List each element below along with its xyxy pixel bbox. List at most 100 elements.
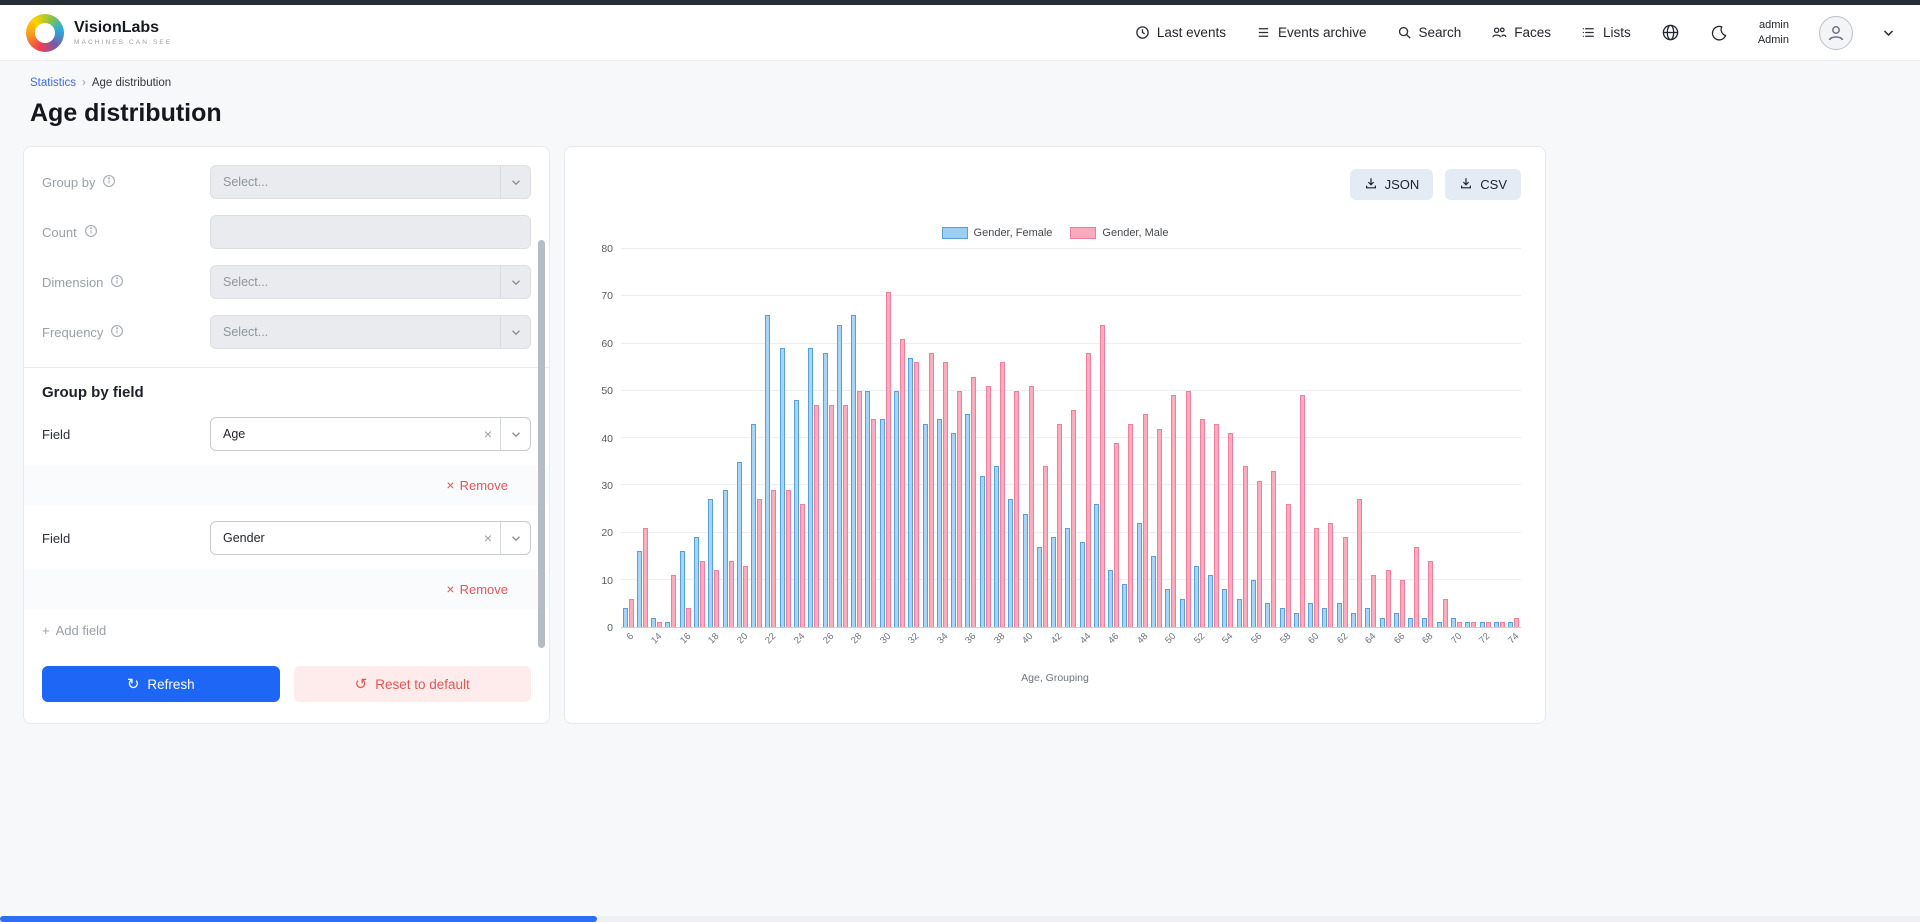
bar-group-age-22: 22 [764,249,778,627]
bar-group-age-23 [778,249,792,627]
bar-group-age-70: 70 [1449,249,1463,627]
bar-group-age-45 [1092,249,1106,627]
breadcrumb: Statistics › Age distribution [30,77,1920,89]
group-by-label: Group by [42,175,95,190]
bar-male-age-73 [1500,622,1505,627]
bar-male-age-23 [786,490,791,627]
info-icon[interactable] [110,324,124,341]
bar-female-age-71 [1465,622,1470,627]
x-axis-tick-label: 46 [1106,631,1121,646]
bar-male-age-44 [1086,353,1091,627]
x-axis-tick-label: 40 [1021,631,1036,646]
y-axis-tick-label: 30 [601,480,613,492]
plot-area: 6141618202224262830323436384042444648505… [621,249,1521,628]
bar-group-age-15 [664,249,678,627]
field-select-gender[interactable]: Gender × [210,521,531,555]
brand[interactable]: VisionLabs MACHINES CAN SEE [26,14,172,52]
x-axis-tick-label: 32 [906,631,921,646]
bar-male-age-65 [1386,570,1391,627]
clear-x-icon[interactable]: × [476,530,500,546]
bar-group-age-47 [1121,249,1135,627]
dimension-select[interactable]: Select... [210,265,531,299]
dark-mode-moon-icon[interactable] [1710,24,1728,42]
field-select-age[interactable]: Age × [210,417,531,451]
bar-female-age-62 [1337,603,1342,627]
avatar[interactable] [1819,16,1853,50]
bar-male-age-50 [1171,395,1176,627]
bar-male-age-70 [1457,622,1462,627]
refresh-button[interactable]: ↻ Refresh [42,666,280,702]
nav-item-faces[interactable]: Faces [1491,25,1551,40]
frequency-label: Frequency [42,325,103,340]
remove-field-age-button[interactable]: × Remove [24,465,549,505]
bar-male-age-22 [771,490,776,627]
reset-label: Reset to default [375,677,470,692]
clear-x-icon[interactable]: × [476,426,500,442]
nav-item-lists[interactable]: Lists [1581,25,1631,40]
field-select-gender-value: Gender [211,531,476,545]
bar-group-age-61 [1321,249,1335,627]
x-axis-tick-label: 38 [992,631,1007,646]
reset-to-default-button[interactable]: ↺ Reset to default [294,666,532,702]
legend-item-female[interactable]: Gender, Female [942,227,1053,239]
bar-male-age-52 [1200,419,1205,627]
bar-group-age-17 [692,249,706,627]
bar-group-age-41 [1035,249,1049,627]
bar-male-age-35 [957,391,962,627]
frequency-select[interactable]: Select... [210,315,531,349]
bar-female-age-48 [1137,523,1142,627]
bar-female-age-63 [1351,613,1356,627]
remove-field-gender-button[interactable]: × Remove [24,569,549,609]
info-icon[interactable] [110,274,124,291]
bar-male-age-31 [900,339,905,627]
filters-vertical-scrollbar[interactable] [537,150,546,720]
language-globe-icon[interactable] [1661,23,1680,42]
bar-female-age-66 [1394,613,1399,627]
bar-group-age-42: 42 [1049,249,1063,627]
bar-male-age-47 [1128,424,1133,627]
bar-male-age-54 [1228,433,1233,627]
dimension-label: Dimension [42,275,103,290]
frequency-select-value: Select... [211,325,500,339]
nav-item-label: Events archive [1278,25,1367,40]
form-row-dimension: Dimension Select... [24,257,549,307]
x-axis-tick-label: 30 [878,631,893,646]
bar-female-age-34 [937,419,942,627]
nav-item-events-archive[interactable]: Events archive [1256,25,1367,40]
form-row-count: Count [24,207,549,257]
frequency-label-wrap: Frequency [42,324,210,341]
bar-female-age-57 [1265,603,1270,627]
remove-label: Remove [460,582,508,597]
bar-female-age-67 [1408,618,1413,627]
breadcrumb-link-statistics[interactable]: Statistics [30,77,76,89]
horizontal-scrollbar[interactable] [0,916,1920,922]
info-icon[interactable] [84,224,98,241]
count-input[interactable] [210,215,531,249]
bar-female-age-44 [1080,542,1085,627]
bar-male-age-16 [686,608,691,627]
add-field-button[interactable]: + Add field [24,609,549,652]
bar-group-age-38: 38 [992,249,1006,627]
horizontal-scrollbar-thumb[interactable] [0,916,597,922]
nav-item-last-events[interactable]: Last events [1135,25,1226,40]
legend-item-male[interactable]: Gender, Male [1070,227,1168,239]
bar-female-age-60 [1308,603,1313,627]
filters-panel: Group by Select... Count [23,146,550,724]
remove-x-icon: × [446,477,454,493]
download-json-button[interactable]: JSON [1350,169,1434,200]
group-by-select[interactable]: Select... [210,165,531,199]
nav-item-search[interactable]: Search [1397,25,1462,40]
x-axis-tick-label: 34 [935,631,950,646]
x-axis-tick-label: 48 [1135,631,1150,646]
bar-female-age-47 [1122,584,1127,627]
bar-male-age-40 [1029,386,1034,627]
scrollbar-thumb[interactable] [538,240,545,648]
download-csv-button[interactable]: CSV [1445,169,1521,200]
x-axis-tick-label: 36 [963,631,978,646]
legend-label-male: Gender, Male [1102,227,1168,239]
info-icon[interactable] [102,174,116,191]
user-menu-chevron-down-icon[interactable] [1883,29,1894,37]
bar-group-age-51 [1178,249,1192,627]
bar-group-age-16: 16 [678,249,692,627]
visionlabs-logo-icon [26,14,64,52]
